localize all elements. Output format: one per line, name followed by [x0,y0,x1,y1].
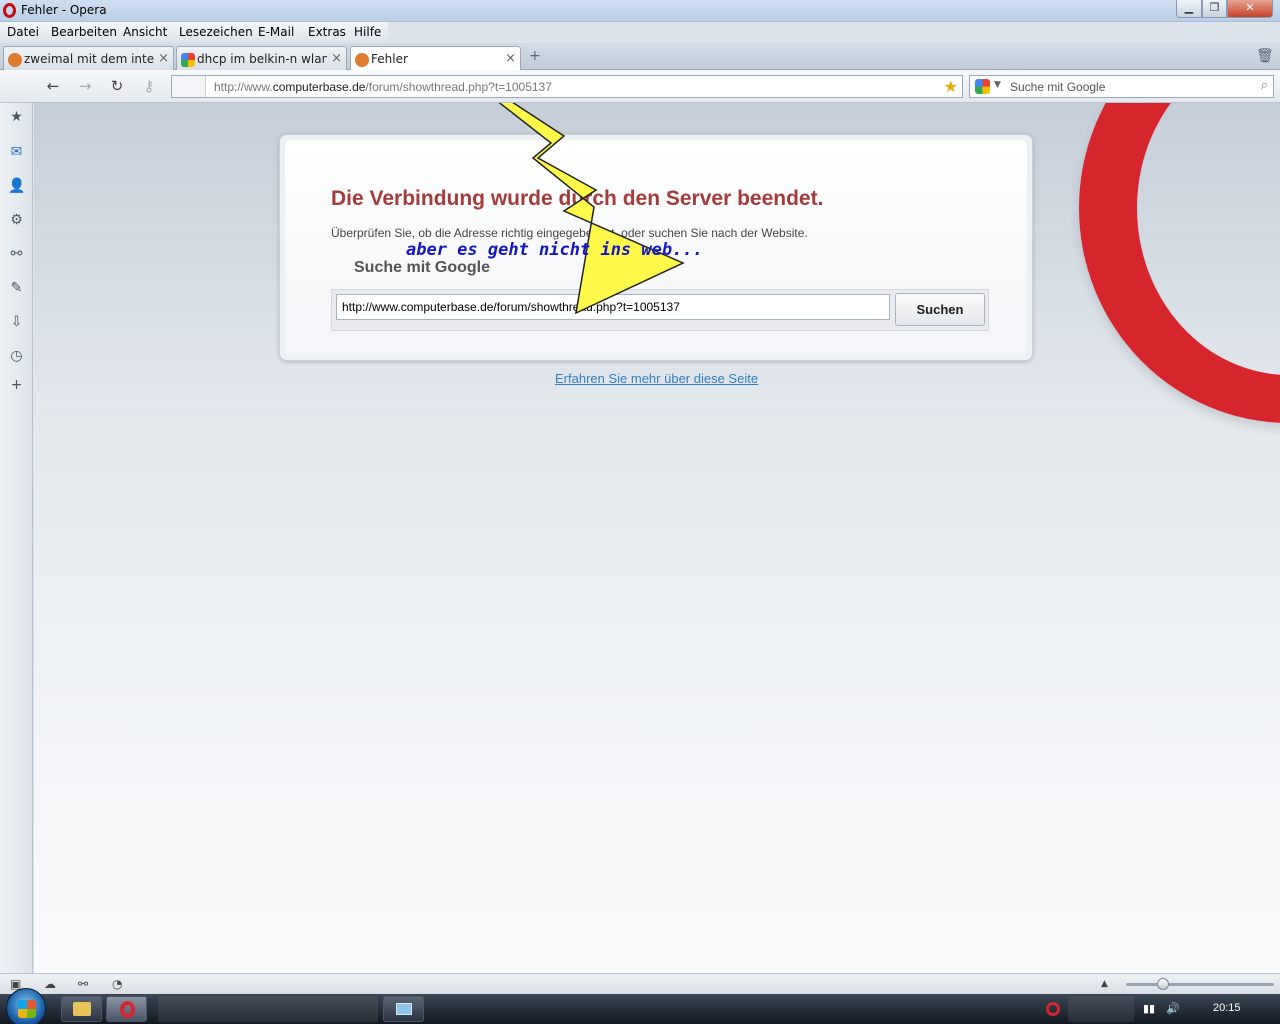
status-bar: ▣ ☁ ⚯ ◔ ▲ [0,973,1280,994]
blurred-tray-area [1068,996,1134,1022]
minimize-button[interactable]: ▁ [1176,0,1202,18]
error-favicon-icon [355,53,369,67]
opera-taskbar-button[interactable] [106,996,147,1022]
network-taskbar-button[interactable] [383,996,424,1022]
url-path: /forum/showthread.php?t=1005137 [365,80,552,94]
blurred-taskbar-area [158,996,378,1022]
url-host: computerbase.de [272,80,366,94]
forward-button[interactable]: → [75,77,95,95]
maximize-button[interactable]: ❐ [1202,0,1227,18]
windows-taskbar: ▮▮ 🔊 20:15 [0,988,1280,1024]
zoom-slider-track[interactable] [1126,983,1274,986]
transfers-icon[interactable]: ⇩ [8,314,25,331]
tab-close-icon[interactable]: × [158,51,169,66]
explorer-taskbar-button[interactable] [61,996,102,1022]
tray-opera-icon[interactable] [1046,1002,1060,1016]
url-prefix: http://www. [214,80,273,94]
volume-icon[interactable]: 🔊 [1166,1002,1180,1015]
window-title: Fehler - Opera [21,3,107,17]
google-icon[interactable] [975,79,990,94]
close-window-button[interactable]: ✕ [1227,0,1273,18]
clock[interactable]: 20:15 [1213,1002,1241,1014]
title-bar: Fehler - Opera ▁ ❐ ✕ [0,0,1280,22]
tab-2[interactable]: dhcp im belkin-n wlan ... × [176,46,347,71]
key-icon[interactable]: ⚷ [139,77,159,95]
google-favicon-icon [181,53,195,67]
unite-status-icon[interactable]: ⚯ [78,977,88,991]
search-field[interactable]: ▼ Suche mit Google ⌕ [969,75,1274,98]
address-field[interactable]: http://www.computerbase.de/forum/showthr… [171,75,963,98]
history-icon[interactable]: ◷ [8,348,25,365]
menu-hilfe[interactable]: Hilfe [354,25,381,39]
windows-flag-icon [18,1000,36,1018]
back-button[interactable]: ← [43,77,63,95]
menu-email[interactable]: E-Mail [258,25,294,39]
tab-label: Fehler [371,52,408,66]
zoom-slider-thumb[interactable] [1157,978,1169,990]
tab-3-active[interactable]: Fehler × [350,46,521,72]
menu-ansicht[interactable]: Ansicht [123,25,167,39]
monitor-icon [396,1003,412,1015]
tab-1[interactable]: zweimal mit dem inter... × [3,46,174,71]
contacts-icon[interactable]: 👤 [8,178,25,195]
annotation-text: aber es geht nicht ins web... [406,240,703,260]
menu-datei[interactable]: Datei [7,25,39,39]
search-placeholder: Suche mit Google [1010,80,1106,94]
tab-label: zweimal mit dem inter... [24,52,154,66]
tab-close-icon[interactable]: × [505,51,516,66]
menu-bar: Datei Bearbeiten Ansicht Lesezeichen E-M… [0,22,388,43]
mail-icon[interactable]: ✉ [8,144,25,161]
turbo-icon[interactable]: ◔ [112,977,122,991]
tab-close-icon[interactable]: × [331,51,342,66]
address-toolbar: ← → ↻ ⚷ http://www.computerbase.de/forum… [0,70,1280,103]
page-content: Die Verbindung wurde durch den Server be… [34,103,1280,973]
magnifier-icon[interactable]: ⌕ [1261,78,1268,93]
bookmark-star-icon[interactable]: ★ [944,77,958,96]
notes-icon[interactable]: ✎ [8,280,25,297]
search-engine-dropdown-icon[interactable]: ▼ [994,80,1001,90]
signal-icon[interactable]: ▮▮ [1143,1002,1155,1015]
menu-bearbeiten[interactable]: Bearbeiten [51,25,117,39]
cloud-icon[interactable]: ☁ [44,977,56,991]
menu-lesezeichen[interactable]: Lesezeichen [179,25,253,39]
zoom-up-icon[interactable]: ▲ [1101,979,1108,989]
tab-label: dhcp im belkin-n wlan ... [197,52,327,66]
search-button[interactable]: Suchen [895,293,985,326]
unite-icon[interactable]: ⚯ [8,246,25,263]
address-url: http://www.computerbase.de/forum/showthr… [214,80,552,94]
folder-icon [73,1002,91,1016]
site-info-button[interactable] [172,76,206,97]
opera-ribbon-decoration [1079,103,1280,423]
new-tab-button[interactable]: + [529,48,541,64]
menu-extras[interactable]: Extras [308,25,346,39]
reload-button[interactable]: ↻ [107,77,127,95]
panel-sidebar: ★ ✉ 👤 ⚙ ⚯ ✎ ⇩ ◷ + [0,103,33,973]
add-panel-icon[interactable]: + [8,377,25,394]
forum-favicon-icon [8,53,22,67]
tab-bar: zweimal mit dem inter... × dhcp im belki… [0,43,1280,72]
opera-icon [120,1001,135,1018]
widgets-icon[interactable]: ⚙ [8,212,25,229]
trash-icon[interactable]: 🗑 [1256,48,1274,64]
bookmarks-icon[interactable]: ★ [8,109,25,126]
start-button[interactable] [6,988,46,1024]
opera-logo-icon[interactable] [3,3,16,18]
